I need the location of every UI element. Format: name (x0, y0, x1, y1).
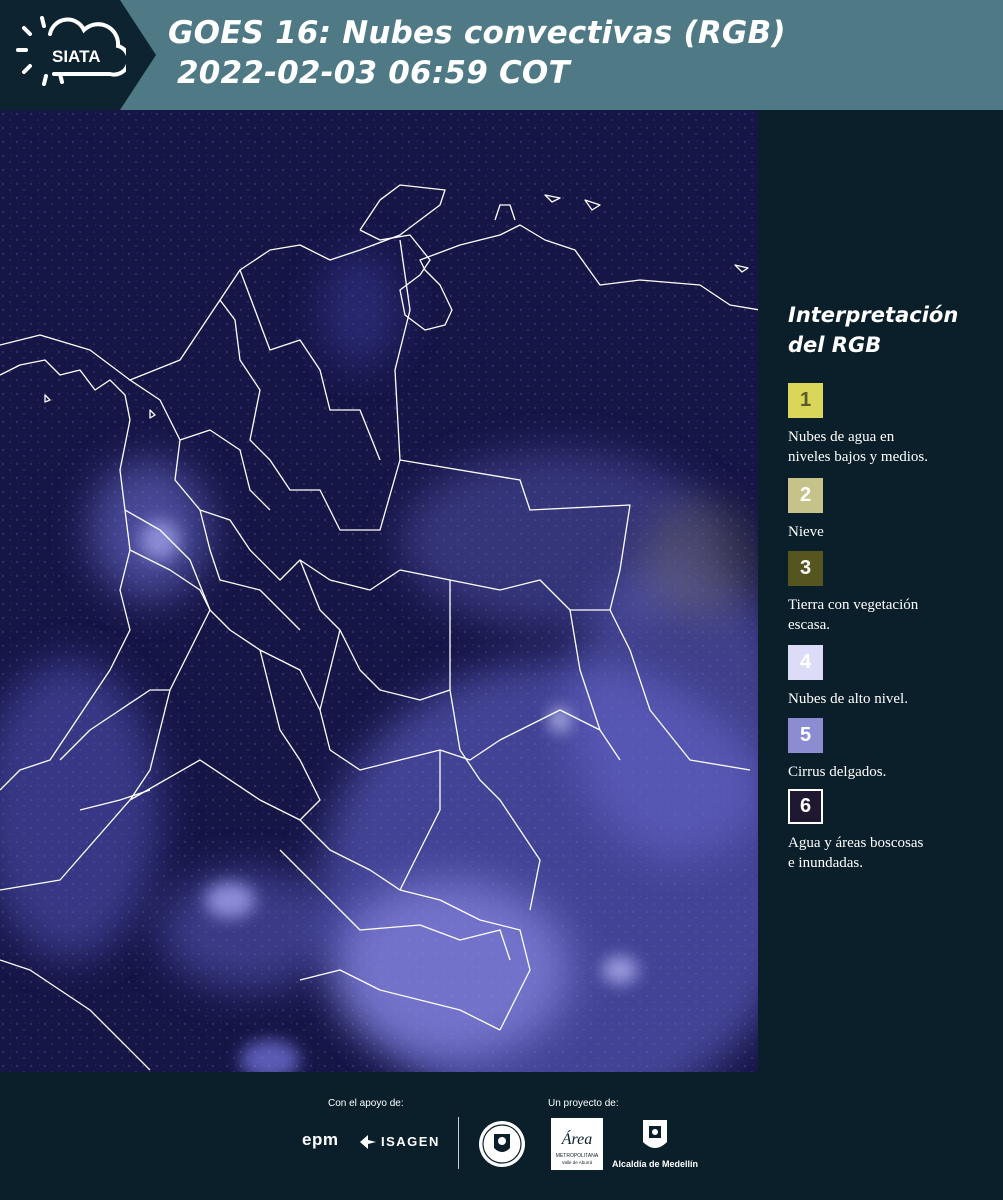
legend-item-1: 1 Nubes de agua en niveles bajos y medio… (788, 383, 993, 467)
isagen-mark-icon (360, 1135, 376, 1149)
alcaldia-shield-icon[interactable] (641, 1118, 669, 1156)
area-logo-text: Área (561, 1129, 593, 1148)
legend-desc-line: Nubes de alto nivel. (788, 691, 908, 707)
legend-number: 1 (799, 389, 812, 411)
alcaldia-label: Alcaldía de Medellín (612, 1159, 699, 1169)
isagen-logo[interactable]: ISAGEN (381, 1134, 440, 1149)
header-bar: SIATA GOES 16: Nubes convectivas (RGB) 2… (0, 0, 1003, 110)
legend-desc-line: escasa. (788, 617, 831, 633)
legend-swatch: 2 (788, 478, 823, 513)
legend-description: Agua y áreas boscosas e inundadas. (788, 833, 993, 873)
legend-description: Cirrus delgados. (788, 762, 993, 782)
legend-number: 2 (799, 484, 812, 506)
legend-item-3: 3 Tierra con vegetación escasa. (788, 551, 993, 635)
legend-number: 6 (799, 795, 812, 817)
legend-title-line2: del RGB (788, 333, 882, 357)
legend-desc-line: Nubes de agua en (788, 429, 895, 445)
legend-description: Nubes de alto nivel. (788, 689, 993, 709)
legend-item-4: 4 Nubes de alto nivel. (788, 645, 993, 709)
medellin-seal-icon[interactable] (478, 1120, 526, 1168)
legend-description: Tierra con vegetación escasa. (788, 595, 993, 635)
legend-number: 4 (799, 651, 812, 673)
legend-number: 5 (799, 724, 812, 746)
legend-desc-line: Agua y áreas boscosas (788, 835, 924, 851)
legend-swatch: 5 (788, 718, 823, 753)
area-logo-sub2: Valle de Aburrá (562, 1160, 593, 1165)
page-timestamp: 2022-02-03 06:59 COT (177, 55, 570, 91)
area-logo-sub1: METROPOLITANA (556, 1153, 599, 1159)
legend-item-6: 6 Agua y áreas boscosas e inundadas. (788, 789, 993, 873)
legend-swatch: 1 (788, 383, 823, 418)
legend-desc-line: Nieve (788, 524, 824, 540)
legend-swatch: 3 (788, 551, 823, 586)
legend-item-2: 2 Nieve (788, 478, 993, 542)
legend-swatch: 6 (788, 789, 823, 824)
support-label: Con el apoyo de: (328, 1098, 404, 1109)
area-metropolitana-logo[interactable]: Área METROPOLITANA Valle de Aburrá (551, 1118, 603, 1170)
legend-desc-line: niveles bajos y medios. (788, 449, 928, 465)
footer: Con el apoyo de: Un proyecto de: epm ISA… (0, 1072, 1003, 1200)
legend-item-5: 5 Cirrus delgados. (788, 718, 993, 782)
project-label: Un proyecto de: (548, 1098, 619, 1109)
footer-divider (458, 1117, 459, 1169)
legend-swatch: 4 (788, 645, 823, 680)
satellite-map[interactable] (0, 110, 760, 1072)
legend-description: Nieve (788, 522, 993, 542)
legend-description: Nubes de agua en niveles bajos y medios. (788, 427, 993, 467)
epm-logo[interactable]: epm (302, 1130, 338, 1150)
legend-desc-line: Tierra con vegetación (788, 597, 919, 613)
logo-text: SIATA (52, 47, 100, 66)
logo-panel: SIATA (0, 0, 156, 110)
satellite-image (0, 110, 758, 1072)
legend-desc-line: e inundadas. (788, 855, 863, 871)
legend-number: 3 (799, 557, 812, 579)
siata-logo-icon: SIATA (16, 16, 126, 86)
legend-title-line1: Interpretación (788, 303, 959, 327)
page-title: GOES 16: Nubes convectivas (RGB) (168, 15, 786, 51)
rgb-legend: Interpretación del RGB 1 Nubes de agua e… (788, 300, 993, 871)
legend-desc-line: Cirrus delgados. (788, 764, 887, 780)
